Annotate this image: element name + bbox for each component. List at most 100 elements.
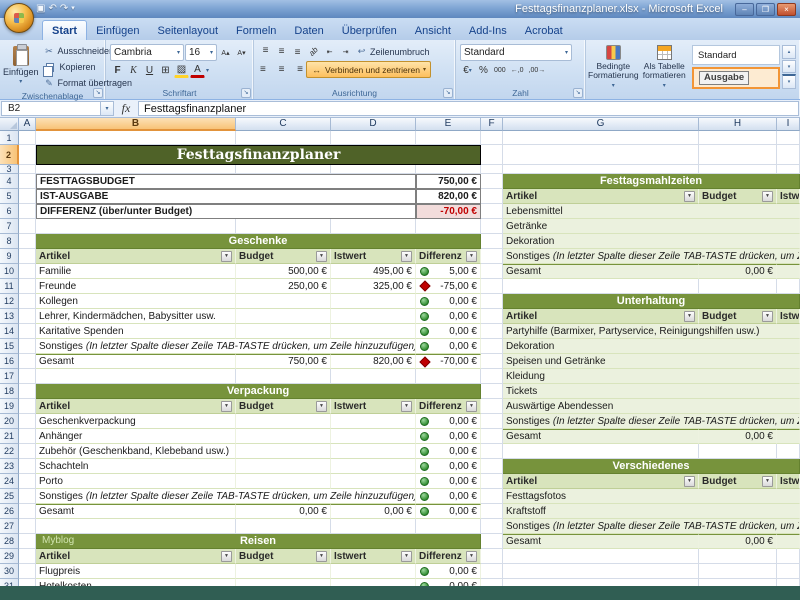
cell-D19[interactable]: Istwert▼ — [331, 399, 416, 414]
cell-B14[interactable]: Karitative Spenden — [36, 324, 236, 339]
cell-B7[interactable] — [36, 219, 236, 234]
row-header-5[interactable]: 5 — [0, 189, 19, 204]
cell-E29[interactable]: Differenz▼ — [416, 549, 481, 564]
cell-A14[interactable] — [19, 324, 36, 339]
cell-G20[interactable]: Sonstiges(In letzter Spalte dieser Zeile… — [503, 414, 800, 429]
cell-E9[interactable]: Differenz▼ — [416, 249, 481, 264]
cell-A11[interactable] — [19, 279, 36, 294]
font-dialog-launcher[interactable]: ↘ — [241, 88, 251, 98]
cell-D17[interactable] — [331, 369, 416, 384]
cell-F16[interactable] — [481, 354, 503, 369]
row-header-27[interactable]: 27 — [0, 519, 19, 534]
cell-F5[interactable] — [481, 189, 503, 204]
cell-A9[interactable] — [19, 249, 36, 264]
cell-E21[interactable]: 0,00 € — [416, 429, 481, 444]
decrease-decimal-button[interactable]: ,00→ — [527, 63, 548, 78]
number-format-select[interactable]: Standard▾ — [460, 44, 572, 61]
filter-dropdown-button[interactable]: ▼ — [401, 401, 412, 412]
row-header-17[interactable]: 17 — [0, 369, 19, 384]
redo-icon[interactable]: ↷ — [60, 3, 68, 15]
cell-B26[interactable]: Gesamt — [36, 504, 236, 519]
cell-D3[interactable] — [331, 165, 416, 174]
filter-dropdown-button[interactable]: ▼ — [316, 551, 327, 562]
cell-D13[interactable] — [331, 309, 416, 324]
cell-B29[interactable]: Artikel▼ — [36, 549, 236, 564]
cell-E7[interactable] — [416, 219, 481, 234]
cell-A10[interactable] — [19, 264, 36, 279]
cell-A8[interactable] — [19, 234, 36, 249]
alignment-dialog-launcher[interactable]: ↘ — [443, 88, 453, 98]
cell-G26[interactable]: Kraftstoff — [503, 504, 800, 519]
cell-G18[interactable]: Tickets — [503, 384, 800, 399]
cell-E15[interactable]: 0,00 € — [416, 339, 481, 354]
cell-style-standard[interactable]: Standard — [692, 45, 780, 65]
tab-einfuegen[interactable]: Einfügen — [87, 21, 148, 40]
filter-dropdown-button[interactable]: ▼ — [684, 311, 695, 322]
cell-C16[interactable]: 750,00 € — [236, 354, 331, 369]
row-header-10[interactable]: 10 — [0, 264, 19, 279]
row-header-12[interactable]: 12 — [0, 294, 19, 309]
row-header-26[interactable]: 26 — [0, 504, 19, 519]
cell-F12[interactable] — [481, 294, 503, 309]
row-header-13[interactable]: 13 — [0, 309, 19, 324]
filter-dropdown-button[interactable]: ▼ — [684, 476, 695, 487]
cell-C13[interactable] — [236, 309, 331, 324]
cell-D24[interactable] — [331, 474, 416, 489]
cell-A19[interactable] — [19, 399, 36, 414]
cell-E25[interactable]: 0,00 € — [416, 489, 481, 504]
filter-dropdown-button[interactable]: ▼ — [762, 476, 773, 487]
cell-H13[interactable]: Budget▼ — [699, 309, 777, 324]
cell-H3[interactable] — [699, 165, 777, 174]
cell-C9[interactable]: Budget▼ — [236, 249, 331, 264]
cell-F25[interactable] — [481, 489, 503, 504]
cell-G17[interactable]: Kleidung — [503, 369, 800, 384]
cell-B4[interactable]: FESTTAGSBUDGET — [36, 174, 416, 189]
cell-B3[interactable] — [36, 165, 236, 174]
cell-E20[interactable]: 0,00 € — [416, 414, 481, 429]
filter-dropdown-button[interactable]: ▼ — [762, 191, 773, 202]
cell-A12[interactable] — [19, 294, 36, 309]
restore-button[interactable]: ❐ — [756, 3, 775, 16]
cell-H11[interactable] — [699, 279, 777, 294]
select-all-corner[interactable] — [0, 118, 19, 131]
gallery-down-icon[interactable]: ▾ — [782, 60, 796, 74]
cell-H28[interactable]: 0,00 € — [699, 534, 777, 549]
cell-F10[interactable] — [481, 264, 503, 279]
cell-G25[interactable]: Festtagsfotos — [503, 489, 800, 504]
cell-F20[interactable] — [481, 414, 503, 429]
cell-D7[interactable] — [331, 219, 416, 234]
cell-F22[interactable] — [481, 444, 503, 459]
cell-B30[interactable]: Flugpreis — [36, 564, 236, 579]
cell-B18[interactable]: Verpackung — [36, 384, 481, 399]
filter-dropdown-button[interactable]: ▼ — [466, 551, 477, 562]
cell-B22[interactable]: Zubehör (Geschenkband, Klebeband usw.) — [36, 444, 236, 459]
cell-D20[interactable] — [331, 414, 416, 429]
name-box-dropdown-icon[interactable]: ▾ — [101, 101, 114, 116]
cell-C12[interactable] — [236, 294, 331, 309]
cell-A2[interactable] — [19, 145, 36, 165]
cell-C26[interactable]: 0,00 € — [236, 504, 331, 519]
thousands-format-button[interactable]: 000 — [492, 63, 508, 78]
cell-G23[interactable]: Verschiedenes — [503, 459, 800, 474]
cell-G10[interactable]: Gesamt — [503, 264, 699, 279]
cell-H29[interactable] — [699, 549, 777, 564]
cell-F30[interactable] — [481, 564, 503, 579]
cell-E12[interactable]: 0,00 € — [416, 294, 481, 309]
cell-E10[interactable]: 5,00 € — [416, 264, 481, 279]
cell-E24[interactable]: 0,00 € — [416, 474, 481, 489]
align-left-button[interactable]: ≡ — [258, 62, 273, 77]
tab-daten[interactable]: Daten — [285, 21, 332, 40]
cell-F9[interactable] — [481, 249, 503, 264]
row-header-7[interactable]: 7 — [0, 219, 19, 234]
cell-A21[interactable] — [19, 429, 36, 444]
gallery-up-icon[interactable]: ▴ — [782, 45, 796, 59]
cell-I13[interactable]: Istwert — [777, 309, 800, 324]
underline-button[interactable]: U — [142, 63, 157, 78]
column-header-G[interactable]: G — [503, 118, 699, 131]
row-header-22[interactable]: 22 — [0, 444, 19, 459]
cell-D9[interactable]: Istwert▼ — [331, 249, 416, 264]
row-header-14[interactable]: 14 — [0, 324, 19, 339]
cell-F19[interactable] — [481, 399, 503, 414]
font-size-select[interactable]: 16▾ — [185, 44, 217, 61]
gallery-more-icon[interactable]: ▾ — [782, 74, 796, 89]
